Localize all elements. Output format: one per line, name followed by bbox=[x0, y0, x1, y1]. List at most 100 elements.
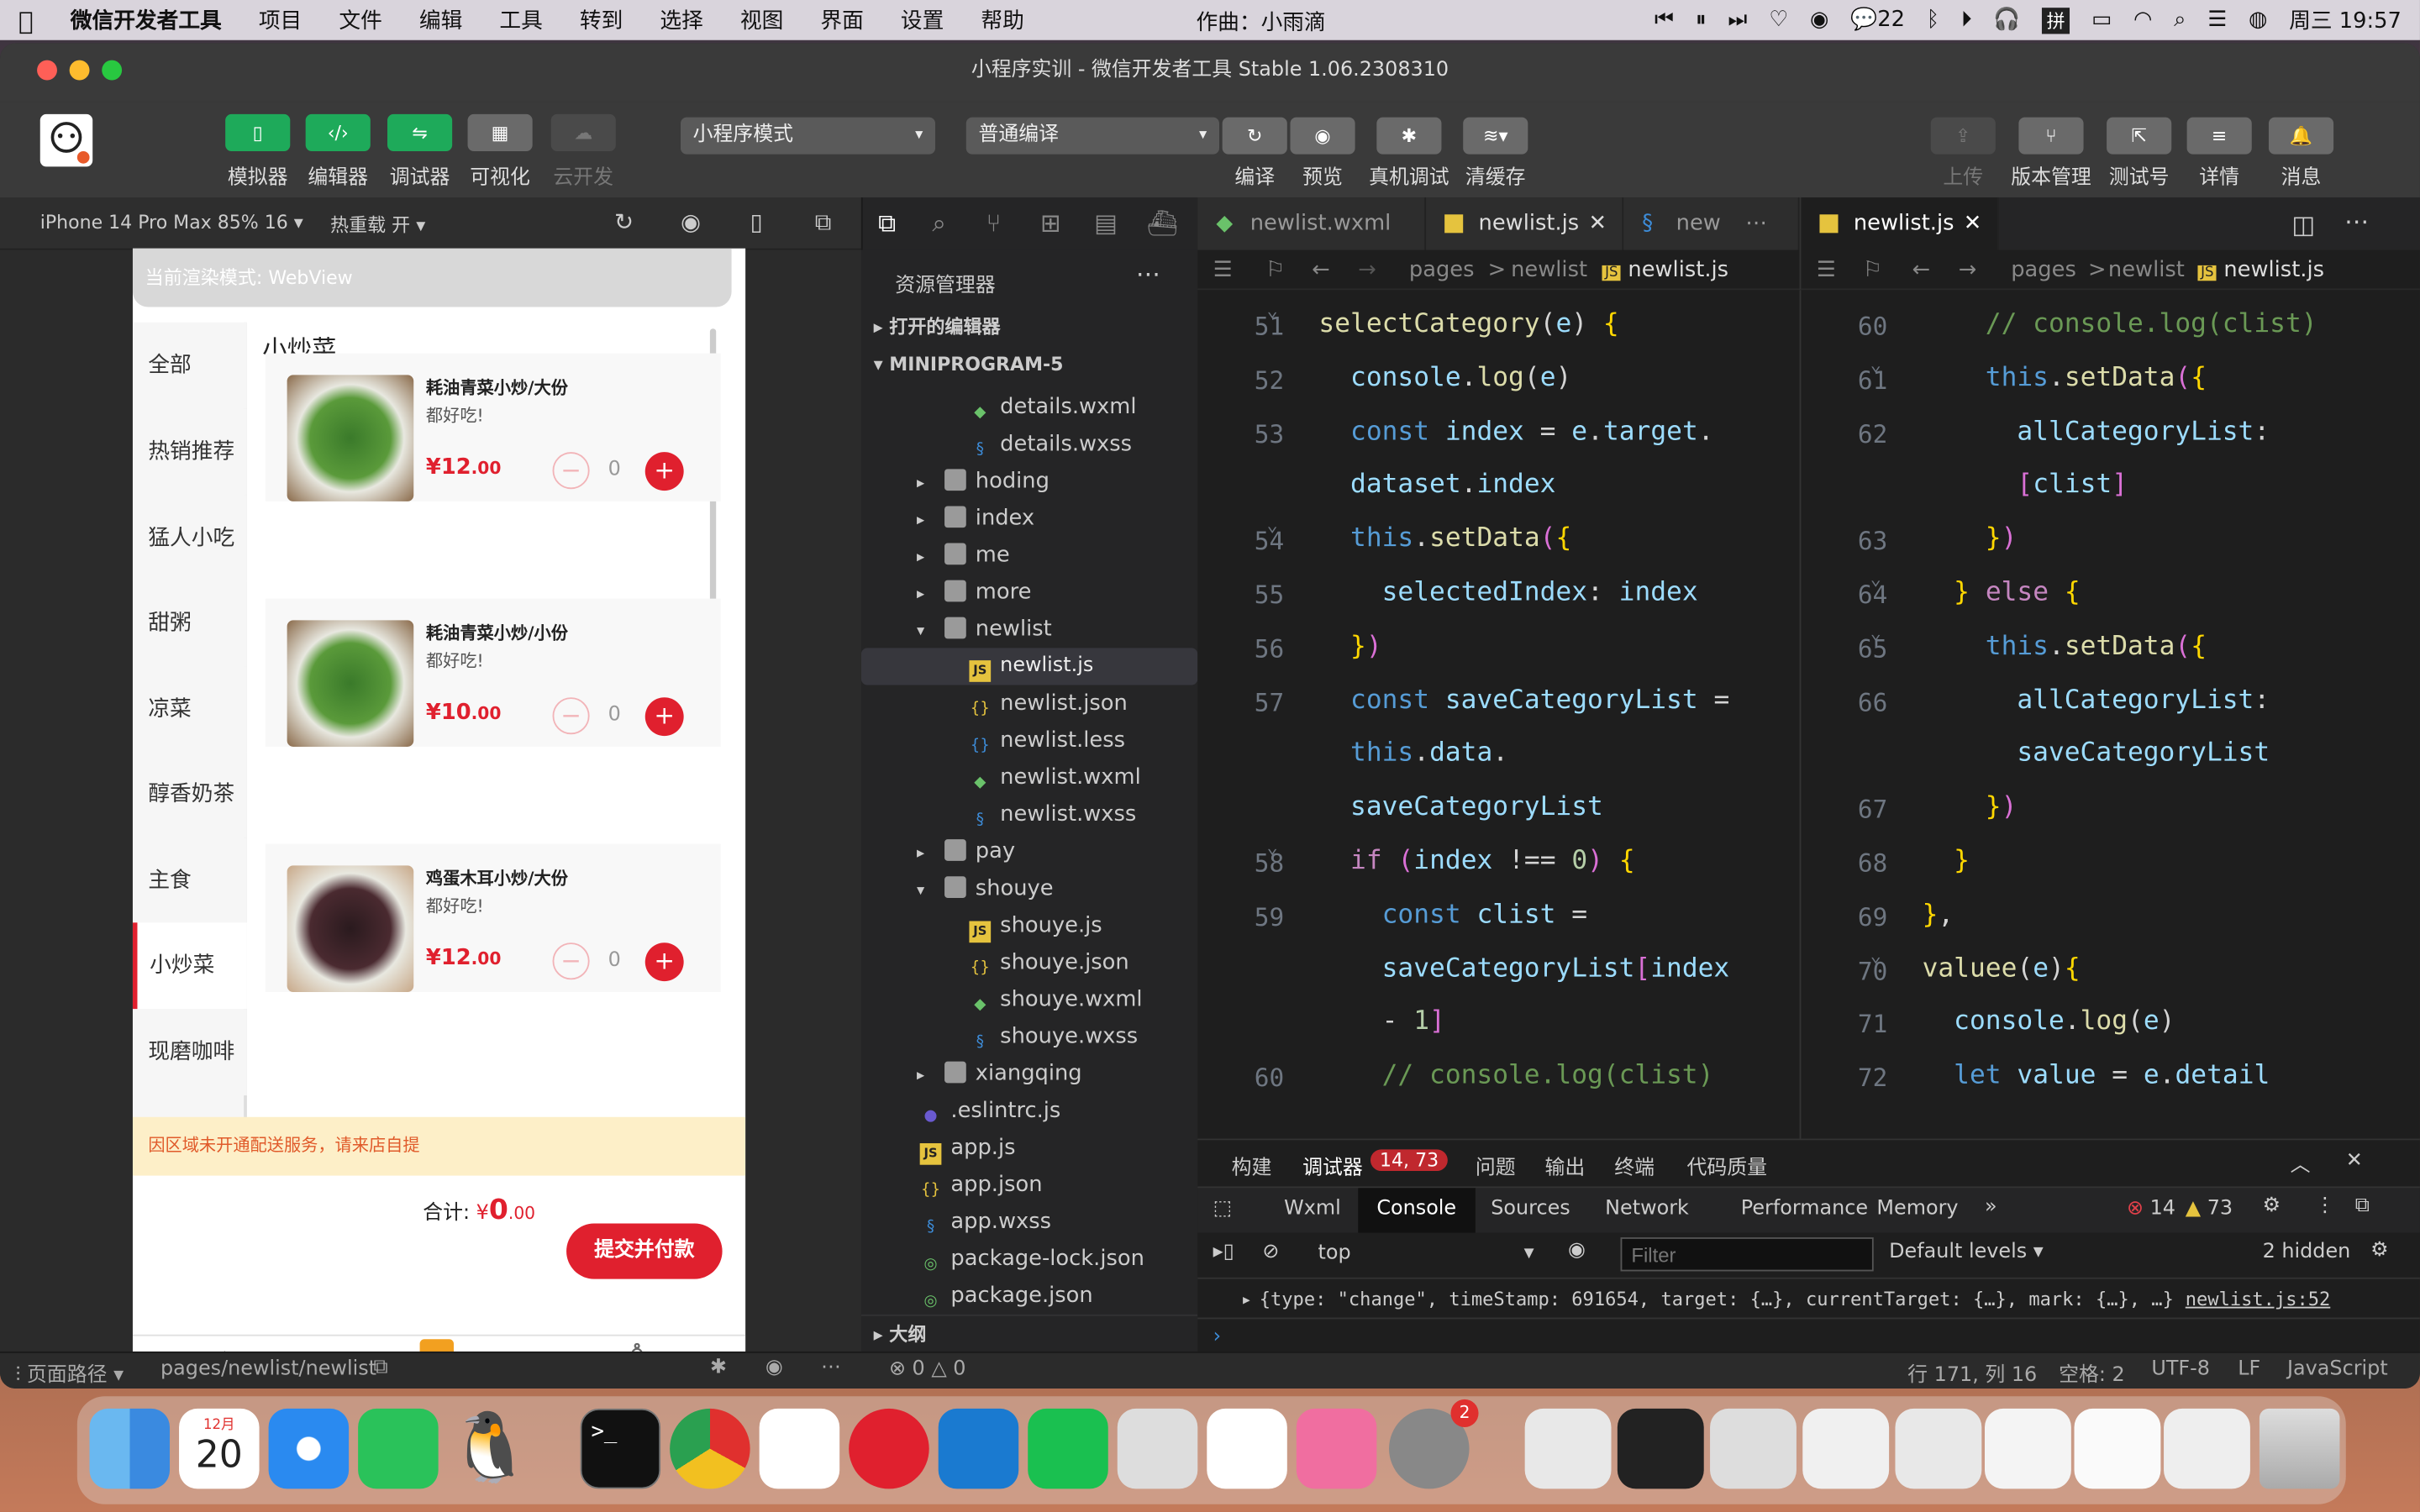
code-line[interactable]: allCategoryList: bbox=[1891, 685, 2270, 716]
devtab-memory[interactable]: Memory bbox=[1876, 1197, 1958, 1221]
code-line[interactable]: [clist] bbox=[1891, 470, 2128, 501]
next-track-icon[interactable]: ⏭ bbox=[1728, 8, 1747, 32]
control-center-icon[interactable]: ☰ bbox=[2207, 8, 2227, 32]
clock-text[interactable]: 周三 19:57 bbox=[2289, 5, 2402, 36]
close-tab-icon[interactable]: ✕ bbox=[1588, 197, 1607, 249]
code-line[interactable]: this.setData({ bbox=[1891, 631, 2207, 662]
wps-icon[interactable] bbox=[1207, 1408, 1287, 1489]
checkout-button[interactable]: 提交并付款 bbox=[566, 1223, 723, 1279]
close-window-button[interactable] bbox=[37, 60, 57, 81]
menu-item[interactable]: 帮助 bbox=[962, 5, 1043, 36]
messages-button[interactable]: 🔔 bbox=[2268, 117, 2334, 155]
simulator-toggle-button[interactable]: ▯ bbox=[225, 113, 291, 151]
stop-icon[interactable]: ◉ bbox=[681, 208, 701, 236]
play-circle-icon[interactable]: ⏵ bbox=[1961, 8, 1972, 32]
code-line[interactable]: }) bbox=[1287, 631, 1382, 662]
increase-button[interactable]: + bbox=[644, 452, 684, 491]
visual-button[interactable]: ▦ bbox=[467, 113, 533, 151]
miniprogram-devtool-icon[interactable] bbox=[1117, 1408, 1198, 1489]
siri-icon[interactable]: ◍ bbox=[2249, 8, 2267, 32]
fold-icon[interactable]: ⌄ bbox=[1256, 299, 1278, 321]
heart-icon[interactable]: ♡ bbox=[1769, 8, 1788, 32]
trash-icon[interactable] bbox=[2259, 1408, 2340, 1489]
file-item[interactable]: {} app.json bbox=[861, 1167, 1197, 1204]
code-line[interactable]: }) bbox=[1891, 523, 2018, 554]
devtab-sources[interactable]: Sources bbox=[1491, 1197, 1570, 1221]
settings-icon[interactable]: ⚙ bbox=[2263, 1194, 2281, 1218]
bluetooth-icon[interactable]: ᛒ bbox=[1927, 8, 1939, 32]
code-line[interactable]: this.setData({ bbox=[1287, 523, 1571, 554]
editor-toggle-button[interactable]: ‹/› bbox=[305, 113, 371, 151]
devtab-network[interactable]: Network bbox=[1605, 1197, 1689, 1221]
test-id-button[interactable]: ⇱ bbox=[2107, 117, 2172, 155]
indentation[interactable]: 空格: 2 bbox=[2059, 1357, 2125, 1388]
window-thumbnail[interactable] bbox=[1895, 1408, 1982, 1489]
code-line[interactable]: let value = e.detail bbox=[1891, 1060, 2270, 1091]
language-mode[interactable]: JavaScript bbox=[2287, 1357, 2388, 1381]
console-filter-input[interactable] bbox=[1620, 1237, 1874, 1272]
code-line[interactable]: }) bbox=[1891, 792, 2018, 823]
input-method-icon[interactable]: 拼 bbox=[2042, 7, 2070, 34]
extensions-icon[interactable]: ⊞ bbox=[1040, 208, 1061, 238]
vscode-icon[interactable] bbox=[938, 1408, 1019, 1489]
menu-app-name[interactable]: 微信开发者工具 bbox=[52, 5, 240, 36]
inspect-icon[interactable]: ⬚ bbox=[1213, 1197, 1233, 1221]
rotate-icon[interactable]: ↻ bbox=[614, 208, 634, 236]
fold-icon[interactable]: ⌄ bbox=[1860, 943, 1881, 965]
file-item[interactable]: § shouye.wxss bbox=[861, 1018, 1197, 1055]
file-item[interactable]: § newlist.wxss bbox=[861, 796, 1197, 833]
code-line[interactable]: this.data. bbox=[1287, 738, 1508, 769]
folder-item[interactable]: ▸ index bbox=[861, 500, 1197, 537]
chevron-right-icon[interactable]: ▸ bbox=[917, 1058, 944, 1095]
eye-icon[interactable]: ◉ bbox=[765, 1356, 783, 1379]
wifi-icon[interactable]: ◠ bbox=[2133, 8, 2152, 32]
search-icon[interactable]: ⌕ bbox=[932, 208, 945, 239]
window-thumbnail[interactable] bbox=[2074, 1408, 2161, 1489]
decrease-button[interactable]: − bbox=[552, 697, 590, 735]
dish-card[interactable]: 耗油青菜小炒/大份 都好吃! ¥12.00 − 0 + bbox=[265, 353, 721, 501]
docker-icon[interactable]: ⛴ bbox=[1147, 208, 1178, 238]
wechat-icon[interactable]: 💬22 bbox=[1850, 8, 1905, 32]
increase-button[interactable]: + bbox=[644, 942, 684, 982]
files-icon[interactable]: ⧉ bbox=[878, 208, 896, 239]
console-prompt-icon[interactable]: › bbox=[1213, 1326, 1222, 1349]
code-line[interactable]: saveCategoryList bbox=[1287, 792, 1603, 823]
menu-item[interactable]: 编辑 bbox=[401, 5, 481, 36]
folder-item[interactable]: ▸ hoding bbox=[861, 463, 1197, 500]
crumb[interactable]: pages bbox=[1409, 250, 1475, 291]
category-item[interactable]: 甜粥 bbox=[132, 580, 247, 667]
chevron-right-icon[interactable]: ▸ bbox=[917, 540, 944, 577]
kebab-icon[interactable]: ⋮ bbox=[2315, 1194, 2335, 1218]
dish-card[interactable]: 耗油青菜小炒/小份 都好吃! ¥10.00 − 0 + bbox=[265, 598, 721, 747]
expand-icon[interactable]: ▸ bbox=[1241, 1289, 1252, 1310]
file-item[interactable]: JS newlist.js bbox=[860, 648, 1198, 685]
sidebar-toggle-icon[interactable]: ▸▯ bbox=[1213, 1241, 1234, 1264]
chevron-right-icon[interactable]: ▸ bbox=[917, 466, 944, 503]
hot-reload-select[interactable]: 热重载 开 ▾ bbox=[330, 212, 425, 238]
menu-item[interactable]: 设置 bbox=[882, 5, 963, 36]
code-line[interactable]: this.setData({ bbox=[1891, 362, 2207, 393]
code-line[interactable]: selectCategory(e) { bbox=[1287, 308, 1618, 339]
code-line[interactable]: - 1] bbox=[1287, 1006, 1445, 1037]
code-line[interactable]: // console.log(clist) bbox=[1891, 308, 2317, 339]
finder-icon[interactable] bbox=[89, 1408, 171, 1489]
fold-icon[interactable]: ⌄ bbox=[1860, 622, 1881, 643]
details-button[interactable]: ≡ bbox=[2186, 117, 2252, 155]
code-line[interactable]: // console.log(clist) bbox=[1287, 1060, 1714, 1091]
menu-item[interactable]: 界面 bbox=[802, 5, 882, 36]
debugger-toggle-button[interactable]: ⇋ bbox=[387, 113, 453, 151]
page-path-select[interactable]: ⫶ 页面路径 ▾ bbox=[15, 1357, 124, 1388]
code-line[interactable]: if (index !== 0) { bbox=[1287, 846, 1635, 877]
encoding[interactable]: UTF-8 bbox=[2151, 1357, 2210, 1381]
compile-mode-select[interactable]: 普通编译 ▾ bbox=[965, 117, 1219, 155]
chevron-up-icon[interactable]: ︿ bbox=[2291, 1148, 2311, 1178]
devtab-console[interactable]: Console bbox=[1358, 1188, 1476, 1235]
context-select[interactable]: top ▾ bbox=[1306, 1239, 1538, 1273]
chevron-right-icon[interactable]: ▸ bbox=[917, 577, 944, 614]
netease-music-icon[interactable] bbox=[849, 1408, 929, 1489]
headphones-icon[interactable]: 🎧 bbox=[1993, 8, 2020, 32]
increase-button[interactable]: + bbox=[644, 697, 684, 737]
console-settings-icon[interactable]: ⚙ bbox=[2370, 1239, 2388, 1263]
category-item[interactable]: 全部 bbox=[132, 322, 247, 409]
previous-track-icon[interactable]: ⏮ bbox=[1655, 8, 1674, 32]
